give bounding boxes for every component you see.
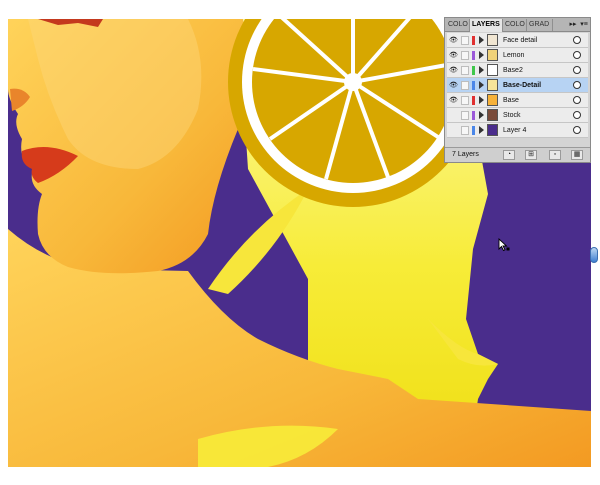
eye-icon[interactable]: 👁 (449, 96, 458, 105)
disclosure-triangle-icon[interactable] (479, 36, 484, 44)
layer-name[interactable]: Base-Detail (503, 80, 541, 91)
layer-thumbnail (487, 79, 498, 91)
tab-gradient[interactable]: GRAD (527, 19, 553, 31)
layer-name[interactable]: Base2 (503, 65, 523, 76)
create-sublayer-icon[interactable]: ⊞ (525, 150, 537, 160)
layers-panel: COLO LAYERS COLO GRAD ▸▸ ▾≡ 👁 Face detai… (444, 17, 591, 163)
eye-icon[interactable]: 👁 (449, 66, 458, 75)
layer-color-swatch (472, 66, 475, 75)
layer-row-base2[interactable]: 👁 Base2 (447, 63, 588, 78)
collapse-panel-icon[interactable]: ▸▸ (568, 19, 578, 31)
eye-icon[interactable]: 👁 (449, 81, 458, 90)
target-circle-icon[interactable] (573, 126, 581, 134)
disclosure-triangle-icon[interactable] (479, 111, 484, 119)
layers-list: 👁 Face detail 👁 Lemon 👁 Base2 👁 Base-Det… (447, 33, 588, 138)
tab-color[interactable]: COLO (446, 19, 470, 31)
lock-toggle[interactable] (461, 51, 469, 60)
make-clipping-mask-icon[interactable]: ◔ (503, 150, 515, 160)
disclosure-triangle-icon[interactable] (479, 96, 484, 104)
lock-toggle[interactable] (461, 66, 469, 75)
disclosure-triangle-icon[interactable] (479, 126, 484, 134)
layer-row-base-detail[interactable]: 👁 Base-Detail (447, 78, 588, 93)
target-circle-icon[interactable] (573, 51, 581, 59)
layer-color-swatch (472, 111, 475, 120)
layer-thumbnail (487, 34, 498, 46)
lock-toggle[interactable] (461, 96, 469, 105)
lock-toggle[interactable] (461, 111, 469, 120)
layer-count: 7 Layers (452, 151, 479, 158)
scrollbar-thumb[interactable] (590, 247, 598, 263)
layer-color-swatch (472, 81, 475, 90)
layer-thumbnail (487, 49, 498, 61)
target-circle-icon[interactable] (573, 81, 581, 89)
layer-color-swatch (472, 36, 475, 45)
disclosure-triangle-icon[interactable] (479, 66, 484, 74)
disclosure-triangle-icon[interactable] (479, 81, 484, 89)
layer-color-swatch (472, 96, 475, 105)
target-circle-icon[interactable] (573, 96, 581, 104)
layer-name[interactable]: Layer 4 (503, 125, 526, 136)
eye-icon[interactable]: 👁 (449, 51, 458, 60)
layer-row-base[interactable]: 👁 Base (447, 93, 588, 108)
layer-thumbnail (487, 94, 498, 106)
new-layer-icon[interactable]: ▫ (549, 150, 561, 160)
eye-icon[interactable] (449, 111, 458, 120)
layer-name[interactable]: Face detail (503, 35, 537, 46)
layer-name[interactable]: Lemon (503, 50, 524, 61)
lock-toggle[interactable] (461, 36, 469, 45)
layer-row-layer-4[interactable]: Layer 4 (447, 123, 588, 138)
lock-toggle[interactable] (461, 126, 469, 135)
lock-toggle[interactable] (461, 81, 469, 90)
layer-name[interactable]: Base (503, 95, 519, 106)
layers-panel-footer: 7 Layers ◔ ⊞ ▫ ▦ (445, 147, 590, 162)
layer-thumbnail (487, 124, 498, 136)
layer-name[interactable]: Stock (503, 110, 521, 121)
layer-thumbnail (487, 64, 498, 76)
layer-color-swatch (472, 51, 475, 60)
layer-color-swatch (472, 126, 475, 135)
tab-layers[interactable]: LAYERS (470, 19, 503, 32)
layer-row-face-detail[interactable]: 👁 Face detail (447, 33, 588, 48)
eye-icon[interactable] (449, 126, 458, 135)
eye-icon[interactable]: 👁 (449, 36, 458, 45)
arrow-cursor-icon (498, 238, 510, 252)
tab-color-guide[interactable]: COLO (503, 19, 527, 31)
panel-menu-icon[interactable]: ▾≡ (579, 19, 589, 31)
target-circle-icon[interactable] (573, 36, 581, 44)
disclosure-triangle-icon[interactable] (479, 51, 484, 59)
layer-thumbnail (487, 109, 498, 121)
panel-tab-bar: COLO LAYERS COLO GRAD ▸▸ ▾≡ (445, 18, 590, 32)
trash-icon[interactable]: ▦ (571, 150, 583, 160)
layer-row-stock[interactable]: Stock (447, 108, 588, 123)
target-circle-icon[interactable] (573, 66, 581, 74)
layer-row-lemon[interactable]: 👁 Lemon (447, 48, 588, 63)
target-circle-icon[interactable] (573, 111, 581, 119)
